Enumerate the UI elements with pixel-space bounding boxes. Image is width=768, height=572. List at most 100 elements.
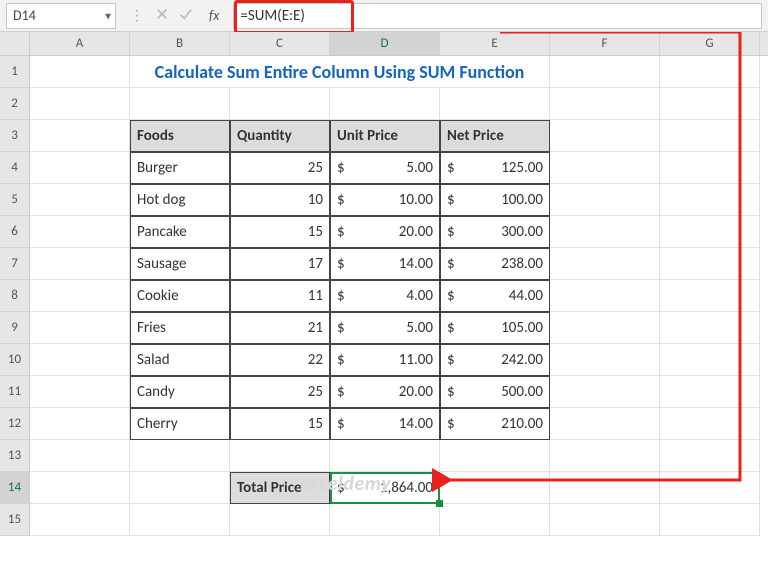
cell[interactable] (30, 280, 130, 312)
cell[interactable]: $14.00 (330, 408, 440, 440)
cancel-icon[interactable] (155, 7, 169, 25)
row-header-14[interactable]: 14 (0, 472, 30, 504)
cell[interactable]: $125.00 (440, 152, 550, 184)
col-header-B[interactable]: B (130, 32, 230, 55)
cell[interactable] (30, 56, 130, 88)
cell[interactable] (550, 344, 660, 376)
cell[interactable] (30, 312, 130, 344)
cell[interactable] (550, 280, 660, 312)
col-header-A[interactable]: A (30, 32, 130, 55)
cell[interactable] (330, 440, 440, 472)
cell[interactable] (550, 152, 660, 184)
cell[interactable] (440, 472, 550, 504)
cell[interactable]: $100.00 (440, 184, 550, 216)
col-header-G[interactable]: G (660, 32, 760, 55)
row-header-4[interactable]: 4 (0, 152, 30, 184)
cell[interactable] (660, 504, 760, 536)
cell[interactable] (660, 88, 760, 120)
cell[interactable] (660, 216, 760, 248)
cell[interactable] (440, 504, 550, 536)
row-header-8[interactable]: 8 (0, 280, 30, 312)
col-header-D[interactable]: D (330, 32, 440, 55)
cell[interactable] (230, 504, 330, 536)
row-header-5[interactable]: 5 (0, 184, 30, 216)
cell[interactable]: $5.00 (330, 152, 440, 184)
cell[interactable] (30, 408, 130, 440)
cell[interactable]: Sausage (130, 248, 230, 280)
cell[interactable]: $238.00 (440, 248, 550, 280)
cell[interactable]: Cherry (130, 408, 230, 440)
cell[interactable]: Fries (130, 312, 230, 344)
formula-input[interactable]: =SUM(E:E) (233, 3, 762, 29)
cell[interactable] (330, 504, 440, 536)
cell[interactable] (660, 472, 760, 504)
cell[interactable]: 17 (230, 248, 330, 280)
cell[interactable]: 22 (230, 344, 330, 376)
cell[interactable]: $300.00 (440, 216, 550, 248)
cell[interactable]: $1,864.00 (330, 472, 440, 504)
row-header-2[interactable]: 2 (0, 88, 30, 120)
cell[interactable] (130, 88, 230, 120)
cell[interactable]: $500.00 (440, 376, 550, 408)
row-header-12[interactable]: 12 (0, 408, 30, 440)
row-header-3[interactable]: 3 (0, 120, 30, 152)
cell[interactable] (440, 440, 550, 472)
cell[interactable]: Calculate Sum Entire Column Using SUM Fu… (130, 56, 550, 88)
cell[interactable] (660, 344, 760, 376)
cell[interactable] (230, 88, 330, 120)
cell[interactable]: $10.00 (330, 184, 440, 216)
cell[interactable] (130, 472, 230, 504)
enter-icon[interactable] (179, 7, 193, 25)
cell[interactable] (550, 216, 660, 248)
cell[interactable] (660, 152, 760, 184)
cell[interactable] (130, 440, 230, 472)
cell[interactable] (660, 248, 760, 280)
cell[interactable] (30, 88, 130, 120)
cell[interactable]: Candy (130, 376, 230, 408)
cell[interactable]: $105.00 (440, 312, 550, 344)
cell[interactable]: $5.00 (330, 312, 440, 344)
cell[interactable] (550, 248, 660, 280)
fx-icon[interactable]: fx (203, 7, 225, 24)
cell[interactable] (330, 88, 440, 120)
cell[interactable]: $14.00 (330, 248, 440, 280)
cell[interactable] (30, 216, 130, 248)
cell[interactable] (30, 376, 130, 408)
cell[interactable] (550, 88, 660, 120)
cell[interactable] (30, 440, 130, 472)
cells-area[interactable]: Calculate Sum Entire Column Using SUM Fu… (30, 56, 760, 536)
cell[interactable]: Quantity (230, 120, 330, 152)
cell[interactable]: Total Price (230, 472, 330, 504)
cell[interactable]: Hot dog (130, 184, 230, 216)
cell[interactable] (440, 88, 550, 120)
row-header-9[interactable]: 9 (0, 312, 30, 344)
cell[interactable]: 11 (230, 280, 330, 312)
cell[interactable]: 21 (230, 312, 330, 344)
cell[interactable] (660, 408, 760, 440)
name-box-dropdown-icon[interactable]: ▼ (103, 9, 113, 22)
cell[interactable] (30, 184, 130, 216)
row-header-7[interactable]: 7 (0, 248, 30, 280)
cell[interactable]: Net Price (440, 120, 550, 152)
cell[interactable]: $4.00 (330, 280, 440, 312)
cell[interactable] (660, 440, 760, 472)
cell[interactable] (660, 184, 760, 216)
cell[interactable]: $44.00 (440, 280, 550, 312)
cell[interactable] (30, 472, 130, 504)
cell[interactable] (550, 472, 660, 504)
cell[interactable] (660, 120, 760, 152)
select-all-corner[interactable] (0, 32, 30, 56)
cell[interactable]: 10 (230, 184, 330, 216)
col-header-C[interactable]: C (230, 32, 330, 55)
cell[interactable]: Pancake (130, 216, 230, 248)
row-header-10[interactable]: 10 (0, 344, 30, 376)
cell[interactable]: Cookie (130, 280, 230, 312)
cell[interactable]: 25 (230, 152, 330, 184)
col-header-F[interactable]: F (550, 32, 660, 55)
cell[interactable] (660, 376, 760, 408)
cell[interactable]: $20.00 (330, 376, 440, 408)
col-header-E[interactable]: E (440, 32, 550, 55)
cell[interactable] (550, 440, 660, 472)
row-header-11[interactable]: 11 (0, 376, 30, 408)
cell[interactable] (30, 248, 130, 280)
